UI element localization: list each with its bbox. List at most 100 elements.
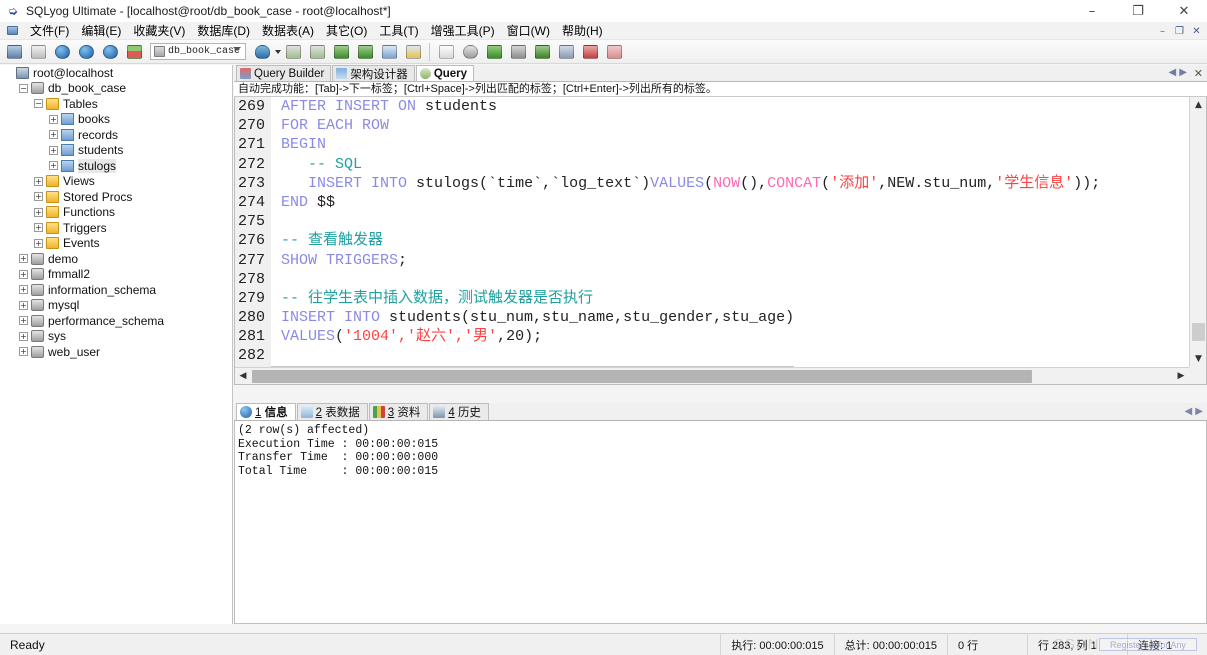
editor-horizontal-scrollbar[interactable]: ◀ ▶ <box>235 367 1189 384</box>
export-button[interactable] <box>306 41 328 63</box>
import-button[interactable] <box>282 41 304 63</box>
editor-vertical-scrollbar[interactable]: ▲ ▼ <box>1189 97 1206 367</box>
expand-icon[interactable]: + <box>19 254 28 264</box>
window-menu-icon[interactable] <box>4 24 20 38</box>
schema-designer-button[interactable] <box>579 41 601 63</box>
results-tab-messages[interactable]: 1 信息 <box>236 403 296 420</box>
expand-icon[interactable]: + <box>49 130 58 140</box>
expand-icon[interactable]: + <box>34 192 43 202</box>
minimize-window-button[interactable]: – <box>1069 0 1115 22</box>
code-line-text[interactable]: VALUES('1004','赵六','男',20); <box>271 327 542 346</box>
tree-node-stored-procs[interactable]: + Stored Procs <box>0 189 232 205</box>
object-browser[interactable]: root@localhost − db_book_case − Tables + books… <box>0 65 233 624</box>
execute-current-query-button[interactable] <box>99 41 121 63</box>
code-line-text[interactable]: END $$ <box>271 193 335 212</box>
mdi-restore-button[interactable]: ❐ <box>1171 23 1188 39</box>
database-selector[interactable]: db_book_case <box>150 43 246 60</box>
tree-node-students[interactable]: + students <box>0 143 232 159</box>
menu-item-edit[interactable]: 编辑(E) <box>75 21 127 40</box>
tree-node-fmmall2[interactable]: + fmmall2 <box>0 267 232 283</box>
mdi-minimize-button[interactable]: – <box>1154 23 1171 39</box>
menu-item-powertools[interactable]: 增强工具(P) <box>425 21 501 40</box>
execute-query-button[interactable] <box>51 41 73 63</box>
tree-node-records[interactable]: + records <box>0 127 232 143</box>
code-line-text[interactable]: -- 往学生表中插入数据，测试触发器是否执行 <box>271 289 593 308</box>
code-line[interactable]: 274 END $$ <box>235 192 1189 213</box>
code-line-text[interactable] <box>271 346 281 365</box>
scroll-down-arrow-icon[interactable]: ▼ <box>1190 351 1206 367</box>
menu-item-window[interactable]: 窗口(W) <box>501 21 556 40</box>
tree-node-performance-schema[interactable]: + performance_schema <box>0 313 232 329</box>
sync-button[interactable] <box>483 41 505 63</box>
new-query-button[interactable] <box>435 41 457 63</box>
refresh-icon-button[interactable] <box>27 41 49 63</box>
collapse-icon[interactable]: − <box>34 99 43 109</box>
tree-node-root-localhost[interactable]: root@localhost <box>0 65 232 81</box>
expand-icon[interactable]: + <box>34 238 43 248</box>
tree-node-stulogs[interactable]: + stulogs <box>0 158 232 174</box>
chevron-down-icon[interactable] <box>233 47 241 51</box>
scroll-right-arrow-icon[interactable]: ▶ <box>1173 368 1189 385</box>
tree-node-views[interactable]: + Views <box>0 174 232 190</box>
close-tab-button[interactable]: ✕ <box>1194 67 1203 80</box>
code-line-text[interactable]: FOR EACH ROW <box>271 116 389 135</box>
backup-button[interactable] <box>330 41 352 63</box>
menu-item-other[interactable]: 其它(O) <box>320 21 373 40</box>
expand-icon[interactable]: + <box>19 347 28 357</box>
mdi-close-button[interactable]: ✕ <box>1188 23 1205 39</box>
code-line[interactable]: 269 AFTER INSERT ON students <box>235 97 1189 117</box>
code-line-text[interactable]: -- 查看触发器 <box>271 231 383 250</box>
code-line[interactable]: 281 VALUES('1004','赵六','男',20); <box>235 327 1189 347</box>
code-line[interactable]: 276 -- 查看触发器 <box>235 231 1189 251</box>
sql-editor[interactable]: 269 AFTER INSERT ON students 270 FOR EACH R… <box>234 97 1207 385</box>
new-connection-button[interactable] <box>3 41 25 63</box>
horizontal-scroll-thumb[interactable] <box>252 369 1032 383</box>
code-line[interactable]: 270 FOR EACH ROW <box>235 116 1189 136</box>
restore-button[interactable] <box>354 41 376 63</box>
code-line[interactable]: 282 <box>235 346 1189 366</box>
scroll-up-arrow-icon[interactable]: ▲ <box>1190 97 1206 113</box>
tab-query[interactable]: Query <box>415 65 475 81</box>
expand-icon[interactable]: + <box>19 316 28 326</box>
table-data-button[interactable] <box>378 41 400 63</box>
tab-query-builder[interactable]: Query Builder <box>236 65 332 81</box>
code-line-text[interactable] <box>271 270 281 289</box>
expand-icon[interactable]: + <box>49 114 58 124</box>
code-line-text[interactable]: INSERT INTO students(stu_num,stu_name,st… <box>271 308 794 327</box>
manage-keys-button[interactable] <box>402 41 424 63</box>
data-sync-button[interactable] <box>531 41 553 63</box>
expand-icon[interactable]: + <box>34 207 43 217</box>
tree-node-web-user[interactable]: + web_user <box>0 344 232 360</box>
menu-item-table[interactable]: 数据表(A) <box>256 21 320 40</box>
tree-node-tables[interactable]: − Tables <box>0 96 232 112</box>
results-tab-table-data[interactable]: 2 表数据 <box>296 403 368 420</box>
results-tab-nav-arrows[interactable]: ◀ ▶ <box>1184 406 1203 417</box>
tree-node-sys[interactable]: + sys <box>0 329 232 345</box>
vertical-scroll-thumb[interactable] <box>1192 323 1205 341</box>
expand-icon[interactable]: + <box>19 269 28 279</box>
code-line[interactable]: 279 -- 往学生表中插入数据，测试触发器是否执行 <box>235 288 1189 309</box>
menu-item-file[interactable]: 文件(F) <box>24 21 75 40</box>
expand-icon[interactable]: + <box>49 145 58 155</box>
code-line-text[interactable]: SHOW TRIGGERS; <box>271 251 407 270</box>
execute-all-queries-button[interactable] <box>75 41 97 63</box>
query-builder-button[interactable] <box>555 41 577 63</box>
code-line[interactable]: 280 INSERT INTO students(stu_num,stu_name… <box>235 308 1189 328</box>
schema-sync-button[interactable] <box>507 41 529 63</box>
sql-editor-lines[interactable]: 269 AFTER INSERT ON students 270 FOR EACH R… <box>235 97 1189 367</box>
expand-icon[interactable]: + <box>19 285 28 295</box>
user-permissions-button[interactable] <box>603 41 625 63</box>
tree-node-events[interactable]: + Events <box>0 236 232 252</box>
code-line[interactable]: 272 -- SQL <box>235 154 1189 174</box>
expand-icon[interactable]: + <box>34 176 43 186</box>
expand-icon[interactable]: + <box>49 161 58 171</box>
collapse-icon[interactable]: − <box>19 83 28 93</box>
tree-node-functions[interactable]: + Functions <box>0 205 232 221</box>
tree-node-db-book-case[interactable]: − db_book_case <box>0 81 232 97</box>
tab-schema-designer[interactable]: 架构设计器 <box>332 65 415 81</box>
tree-node-books[interactable]: + books <box>0 112 232 128</box>
expand-icon[interactable]: + <box>34 223 43 233</box>
results-tab-info[interactable]: 3 资料 <box>368 403 429 420</box>
maximize-window-button[interactable]: ❐ <box>1115 0 1161 22</box>
tree-node-triggers[interactable]: + Triggers <box>0 220 232 236</box>
